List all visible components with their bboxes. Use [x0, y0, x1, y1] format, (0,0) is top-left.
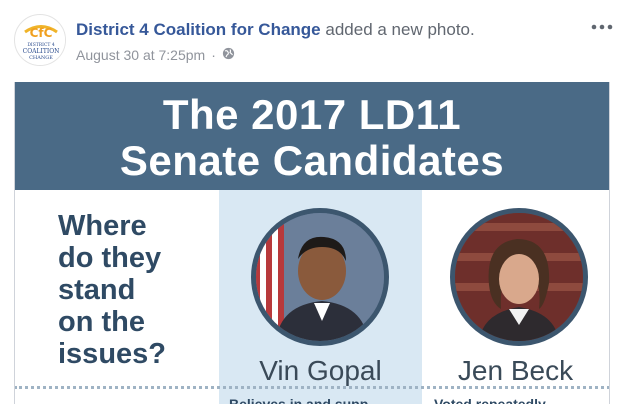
post-timestamp[interactable]: August 30 at 7:25pm — [76, 47, 205, 63]
coalition-logo: CfC DISTRICT 4 COALITION CHANGE — [16, 16, 65, 65]
photo-banner: The 2017 LD11 Senate Candidates — [14, 82, 610, 190]
question-line: issues? — [58, 338, 166, 370]
question-line: on the — [58, 306, 145, 338]
candidate-2-cut-text: Voted repeatedly — [434, 396, 546, 404]
candidate-name-1: Vin Gopal — [259, 355, 382, 386]
question-line: stand — [58, 274, 136, 306]
question-line: Where — [58, 210, 147, 242]
candidate-column-2: Jen Beck — [422, 190, 610, 404]
logo-line3: CHANGE — [29, 55, 53, 61]
more-options-icon[interactable] — [590, 20, 614, 32]
banner-title-line2: Senate Candidates — [119, 137, 505, 184]
question-line: do they — [58, 242, 162, 274]
post-author-line: District 4 Coalition for Change added a … — [76, 20, 475, 40]
candidate-portrait-2 — [450, 208, 588, 346]
logo-letters: CfC — [30, 26, 53, 40]
candidate-name-2: Jen Beck — [457, 355, 574, 386]
logo-line2: COALITION — [23, 48, 60, 55]
candidate-portrait-1 — [251, 208, 389, 346]
dotted-divider — [14, 386, 610, 389]
post-header: CfC DISTRICT 4 COALITION CHANGE District… — [0, 0, 624, 82]
globe-icon[interactable] — [222, 47, 235, 63]
post-photo[interactable]: The 2017 LD11 Senate Candidates Where do… — [14, 82, 610, 404]
meta-separator: · — [211, 47, 216, 63]
question-column: Where do they stand on the issues? — [14, 190, 219, 404]
author-link[interactable]: District 4 Coalition for Change — [76, 20, 321, 39]
page-avatar[interactable]: CfC DISTRICT 4 COALITION CHANGE — [14, 14, 66, 66]
banner-title-line1: The 2017 LD11 — [162, 91, 462, 138]
post-action: added a new photo. — [325, 20, 475, 39]
candidate-column-1: Vin Gopal — [219, 190, 422, 404]
candidate-1-cut-text: Believes in and supp — [229, 396, 369, 404]
post-meta: August 30 at 7:25pm · — [76, 47, 235, 63]
